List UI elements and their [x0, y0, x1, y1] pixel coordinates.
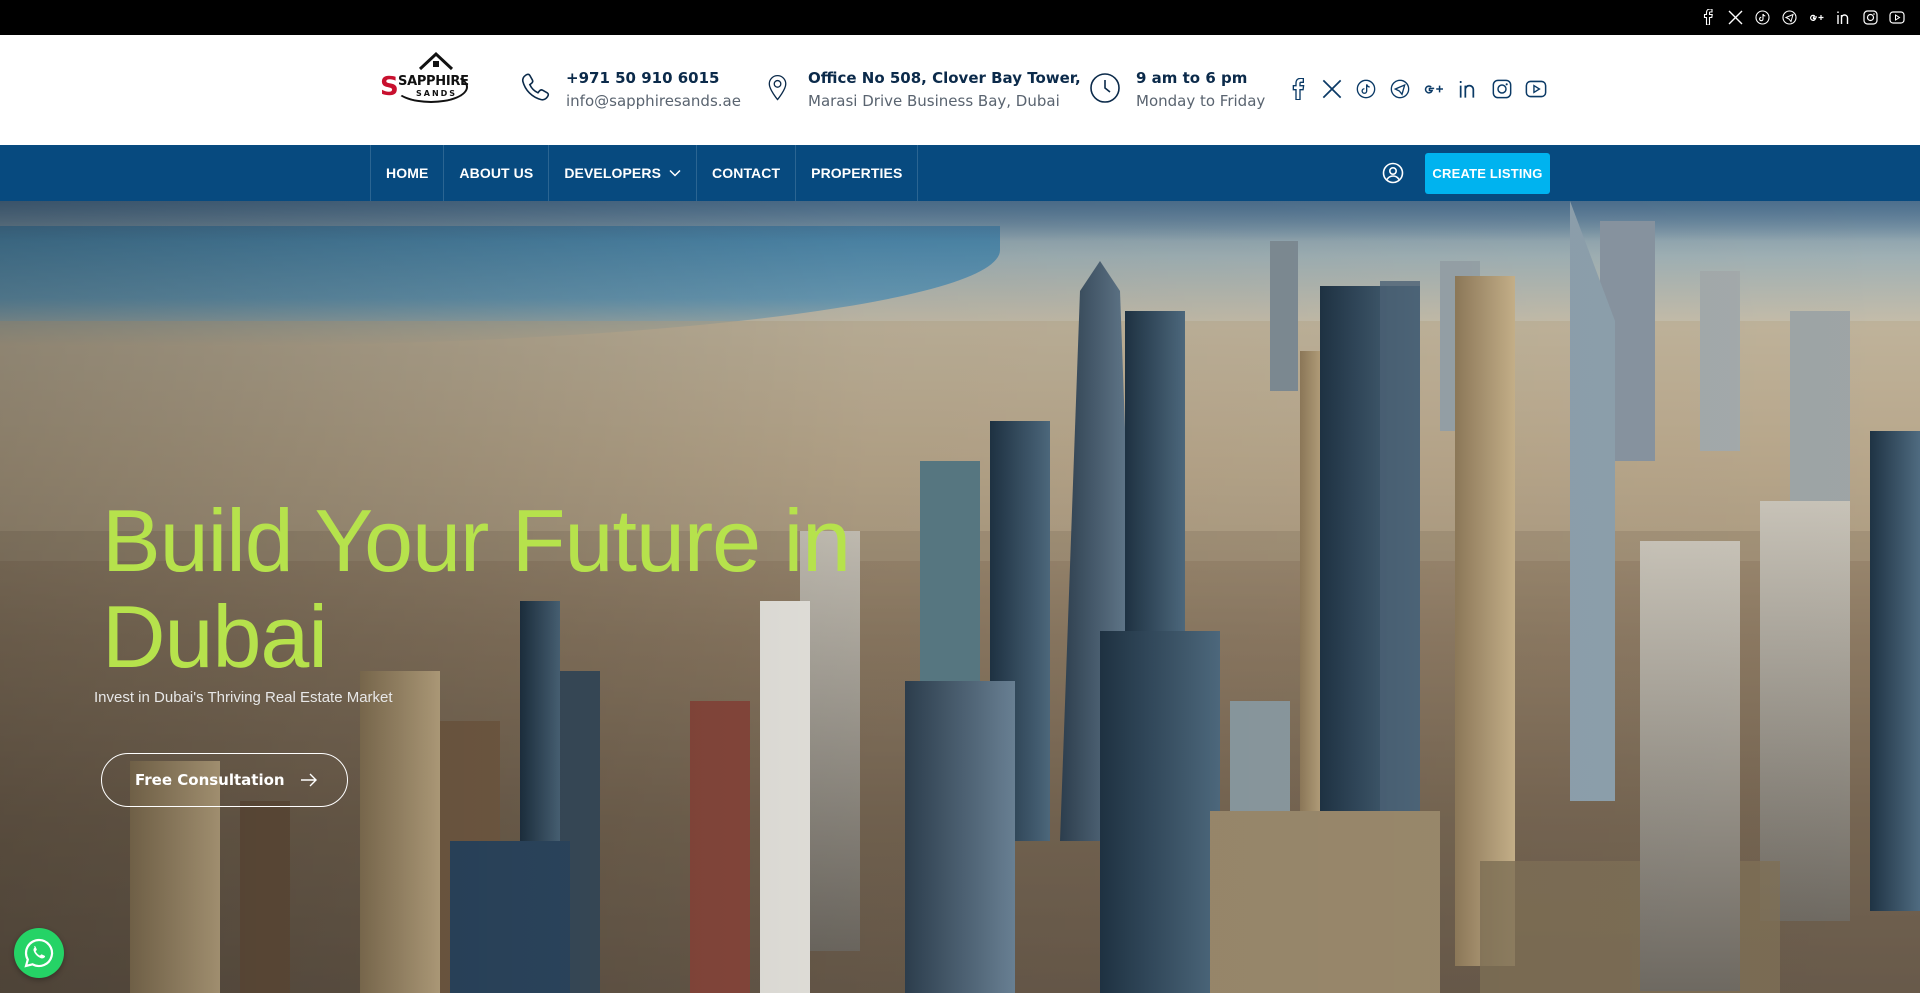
chevron-down-icon [669, 169, 681, 177]
logo-brand-line2: SANDS [416, 89, 458, 98]
nav-item-label: ABOUT US [459, 165, 534, 181]
house-roof-icon [418, 51, 454, 71]
nav-item-label: PROPERTIES [811, 165, 903, 181]
whatsapp-icon [24, 938, 54, 968]
location-pin-icon [768, 75, 787, 101]
instagram-icon[interactable] [1490, 77, 1513, 101]
arrow-right-icon [301, 773, 317, 787]
facebook-icon[interactable] [1699, 6, 1717, 28]
linkedin-icon[interactable] [1456, 77, 1479, 101]
site-logo[interactable]: S SAPPHIRE SANDS [378, 49, 470, 105]
contact-hours-block: 9 am to 6 pm Monday to Friday [1088, 66, 1265, 112]
tiktok-icon[interactable] [1354, 77, 1377, 101]
contact-phone-block: +971 50 910 6015 info@sapphiresands.ae [518, 66, 741, 112]
office-hours: 9 am to 6 pm [1136, 69, 1248, 87]
address-line2: Marasi Drive Business Bay, Dubai [808, 92, 1060, 110]
x-icon[interactable] [1726, 6, 1744, 28]
logo-s-mark: S [380, 72, 399, 102]
email-address[interactable]: info@sapphiresands.ae [566, 90, 741, 112]
tiktok-icon[interactable] [1753, 6, 1771, 28]
hero-section: Build Your Future in Dubai Invest in Dub… [0, 201, 1920, 993]
nav-item-about-us[interactable]: ABOUT US [444, 145, 550, 201]
hero-subtitle: Invest in Dubai's Thriving Real Estate M… [94, 689, 393, 706]
logo-brand-line1: SAPPHIRE [398, 74, 469, 89]
nav-menu: HOME ABOUT US DEVELOPERS CONTACT PROPERT… [370, 145, 919, 201]
phone-icon [521, 73, 550, 101]
free-consultation-button[interactable]: Free Consultation [101, 753, 348, 807]
google-plus-icon[interactable] [1422, 77, 1445, 101]
google-plus-icon[interactable] [1807, 6, 1825, 28]
top-social-links [1699, 6, 1906, 28]
header-social-links [1286, 77, 1547, 101]
user-account-icon[interactable] [1382, 162, 1404, 184]
create-listing-button[interactable]: CREATE LISTING [1425, 153, 1550, 194]
nav-item-label: DEVELOPERS [564, 165, 662, 181]
free-consultation-label: Free Consultation [135, 771, 285, 789]
x-icon[interactable] [1320, 77, 1343, 101]
nav-item-label: CONTACT [712, 165, 781, 181]
phone-number[interactable]: +971 50 910 6015 [566, 68, 741, 88]
office-days: Monday to Friday [1136, 92, 1266, 110]
telegram-icon[interactable] [1780, 6, 1798, 28]
instagram-icon[interactable] [1861, 6, 1879, 28]
nav-item-developers[interactable]: DEVELOPERS [549, 145, 698, 201]
nav-item-label: HOME [386, 165, 429, 181]
nav-item-contact[interactable]: CONTACT [697, 145, 797, 201]
youtube-icon[interactable] [1524, 77, 1547, 101]
nav-item-properties[interactable]: PROPERTIES [796, 145, 919, 201]
clock-icon [1090, 73, 1120, 103]
telegram-icon[interactable] [1388, 77, 1411, 101]
facebook-icon[interactable] [1286, 77, 1309, 101]
main-navigation: HOME ABOUT US DEVELOPERS CONTACT PROPERT… [0, 145, 1920, 201]
top-bar [0, 0, 1920, 35]
address-line1: Office No 508, Clover Bay Tower, [808, 69, 1081, 87]
youtube-icon[interactable] [1888, 6, 1906, 28]
hero-title: Build Your Future in Dubai [102, 491, 851, 686]
site-header: S SAPPHIRE SANDS +971 50 910 6015 info@s… [0, 35, 1920, 145]
contact-address-block: Office No 508, Clover Bay Tower, Marasi … [766, 66, 1081, 112]
whatsapp-chat-button[interactable] [14, 928, 64, 978]
nav-item-home[interactable]: HOME [371, 145, 445, 201]
linkedin-icon[interactable] [1834, 6, 1852, 28]
